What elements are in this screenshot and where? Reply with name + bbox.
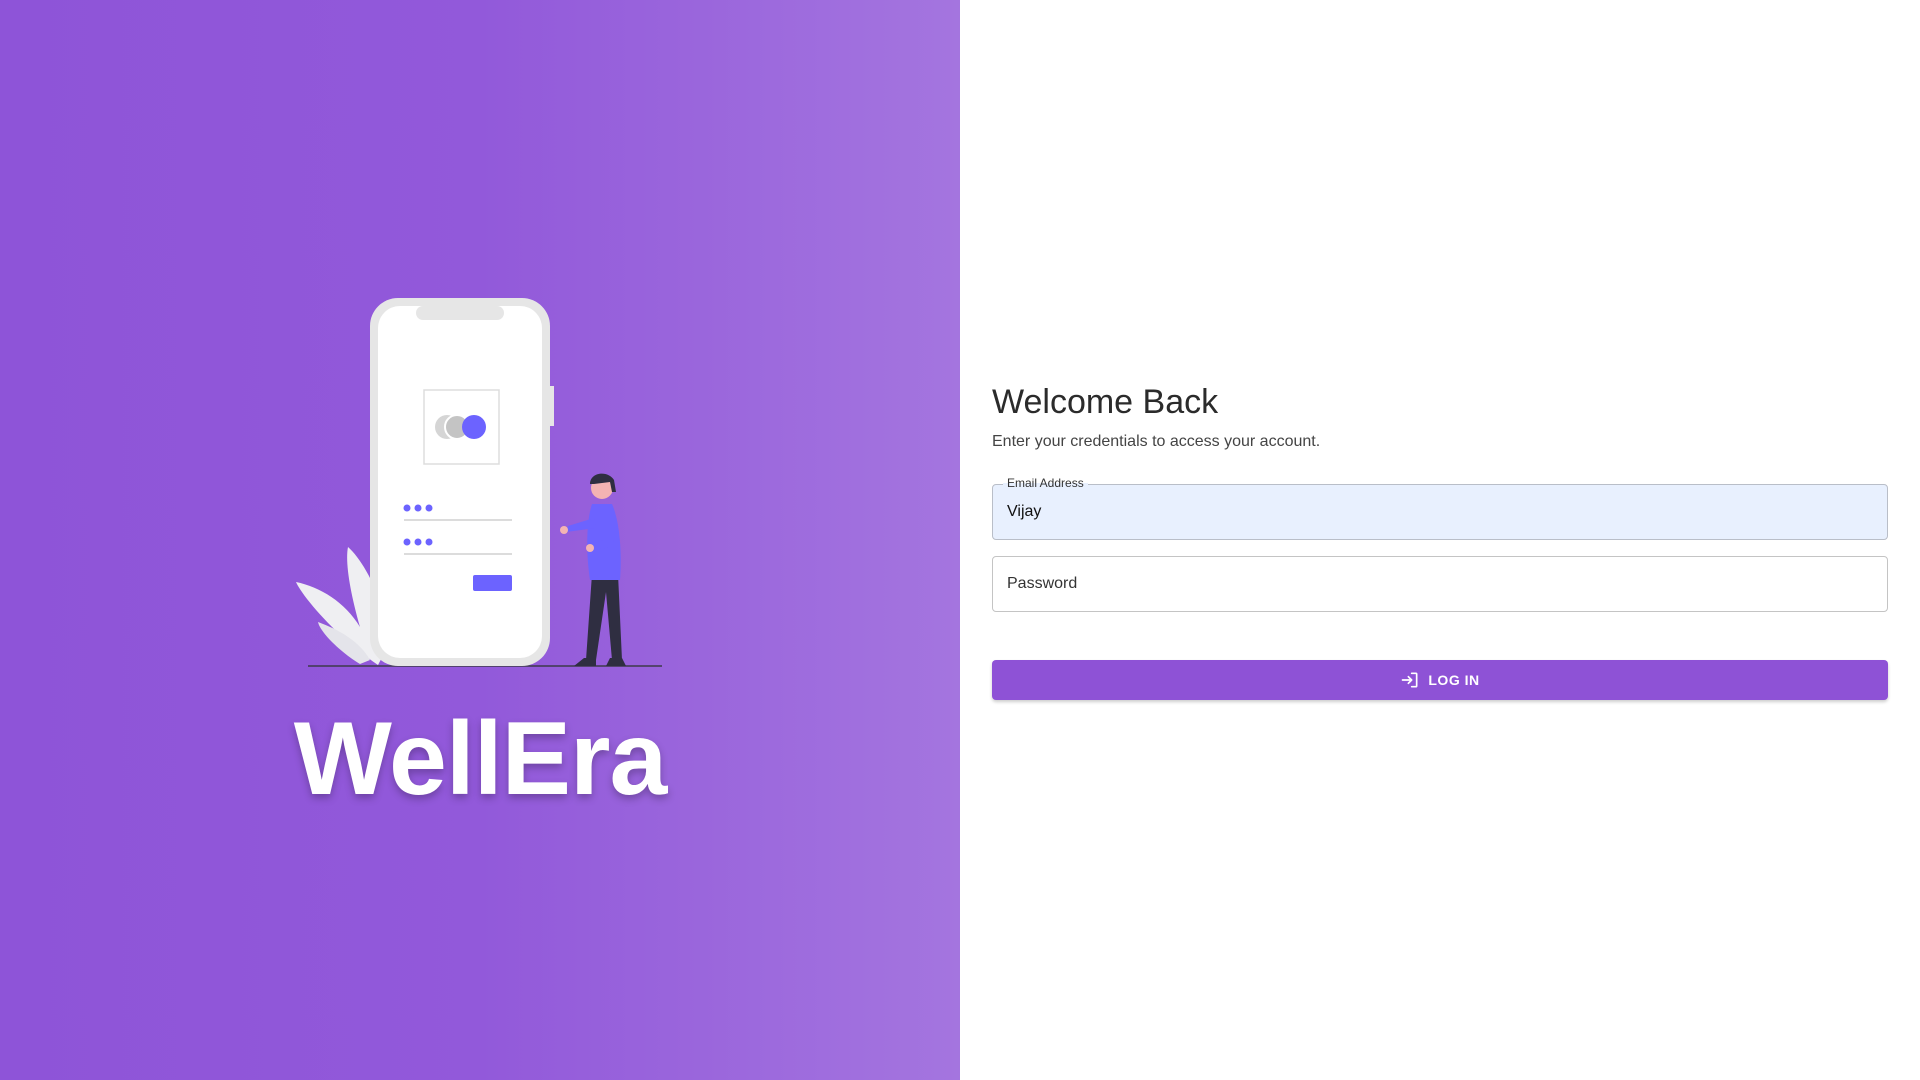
login-icon xyxy=(1402,672,1418,688)
page-subtitle: Enter your credentials to access your ac… xyxy=(992,433,1321,450)
brand-logo-text: WellEra xyxy=(293,701,668,817)
branding-panel: WellEra xyxy=(0,0,960,1080)
password-field[interactable]: Password xyxy=(992,556,1888,612)
person-figure xyxy=(560,473,626,666)
login-form: Welcome Back Enter your credentials to a… xyxy=(992,382,1888,700)
phone-login-illustration xyxy=(296,298,662,667)
email-field-label: Email Address xyxy=(1003,476,1088,490)
email-field[interactable]: Email Address Vijay xyxy=(992,476,1888,540)
page-title: Welcome Back xyxy=(992,383,1219,421)
login-panel: Welcome Back Enter your credentials to a… xyxy=(960,0,1920,1080)
phone-icon xyxy=(370,298,554,666)
login-button-label: LOG IN xyxy=(1428,672,1480,688)
login-button[interactable]: LOG IN xyxy=(992,660,1888,700)
password-field-placeholder: Password xyxy=(1007,575,1078,592)
email-field-value[interactable]: Vijay xyxy=(1007,503,1041,521)
